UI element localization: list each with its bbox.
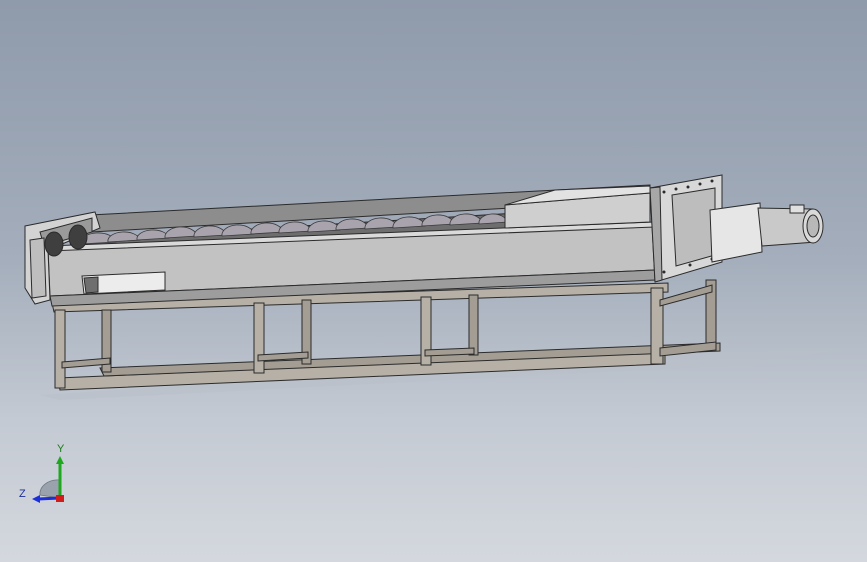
y-axis-arrow [56, 456, 64, 464]
discharge-port [81, 271, 166, 295]
x-axis-stub [56, 495, 64, 502]
z-axis-label: Z [19, 488, 26, 500]
z-axis-arrow [32, 495, 40, 503]
graphics-viewport[interactable]: Y Z [0, 0, 867, 562]
gear-motor [709, 202, 824, 263]
y-axis-label: Y [57, 443, 65, 455]
screw-conveyor-model[interactable] [0, 0, 867, 562]
